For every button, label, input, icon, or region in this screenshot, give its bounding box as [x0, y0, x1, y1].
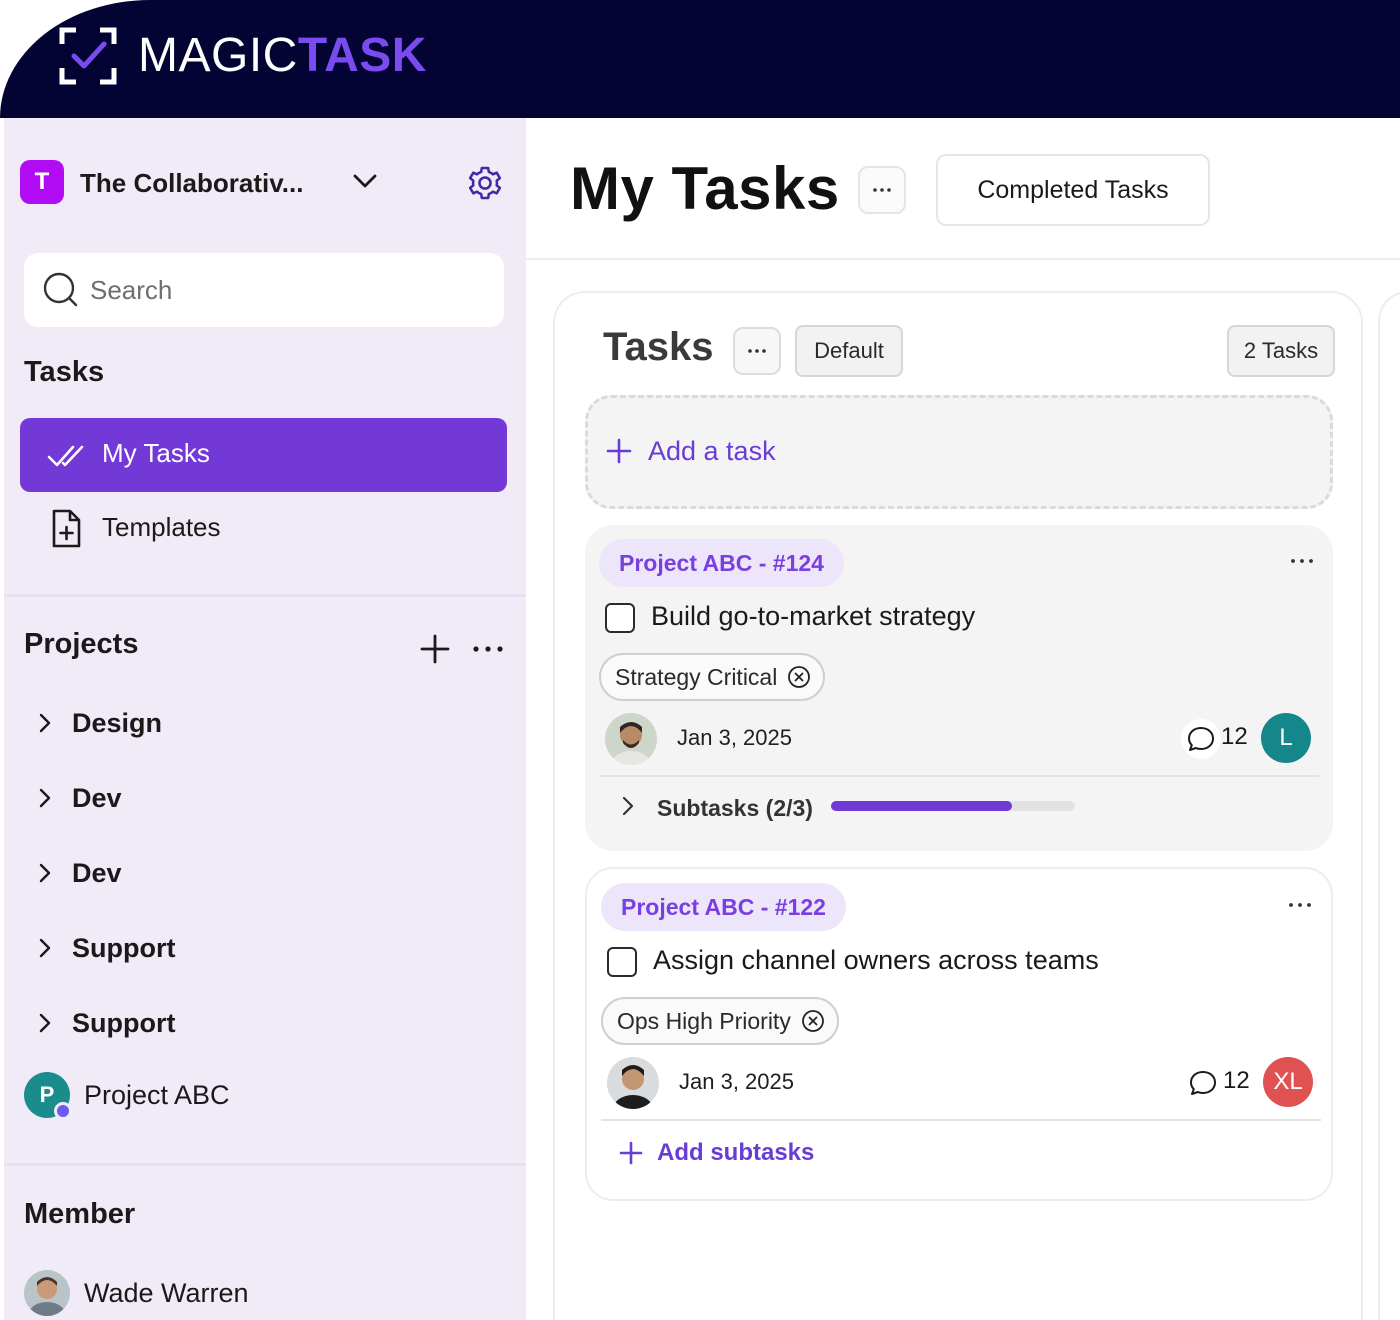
workspace-switcher[interactable]: T The Collaborativ...: [20, 158, 510, 206]
project-label: Support: [72, 933, 176, 963]
completed-tasks-button[interactable]: Completed Tasks: [936, 154, 1210, 226]
label-chip-text: Strategy Critical: [615, 664, 778, 690]
member-section-title: Member: [24, 1198, 136, 1230]
task-count-badge: 2 Tasks: [1227, 325, 1335, 377]
logo-mark-icon: [58, 26, 118, 86]
plus-icon: [606, 438, 632, 464]
top-bar: MAGICTASK: [0, 0, 1400, 120]
task-card[interactable]: Project ABC - #122 Assign channel owners…: [585, 867, 1333, 1201]
double-check-icon: [46, 438, 86, 472]
column-title: Tasks: [603, 325, 714, 369]
task-title[interactable]: Build go-to-market strategy: [651, 601, 975, 632]
project-tag[interactable]: Project ABC - #122: [601, 883, 846, 931]
tasks-column: Tasks Default 2 Tasks Add a task Project…: [553, 291, 1363, 1320]
label-chip[interactable]: Strategy Critical: [599, 653, 826, 701]
chevron-right-icon: [32, 935, 58, 961]
search-input[interactable]: [90, 269, 480, 311]
remove-circle-x-icon[interactable]: [801, 1009, 825, 1033]
add-task-button[interactable]: Add a task: [585, 395, 1333, 509]
chevron-down-icon[interactable]: [350, 166, 380, 196]
card-more-icon[interactable]: [1285, 549, 1319, 573]
comment-bubble-icon[interactable]: [1183, 1063, 1223, 1103]
brand-wordmark-task: TASK: [297, 29, 427, 82]
chevron-right-icon: [32, 785, 58, 811]
view-default-badge[interactable]: Default: [795, 325, 903, 377]
brand-logo[interactable]: MAGICTASK: [58, 26, 427, 86]
chevron-right-icon: [32, 1010, 58, 1036]
sidebar-item-project-support[interactable]: Support: [24, 998, 504, 1048]
card-more-icon[interactable]: [1283, 893, 1317, 917]
task-title[interactable]: Assign channel owners across teams: [653, 945, 1099, 976]
workspace-name: The Collaborativ...: [80, 168, 304, 198]
file-plus-icon: [46, 508, 86, 550]
chevron-right-icon: [32, 860, 58, 886]
add-task-label: Add a task: [648, 436, 776, 466]
avatar: [24, 1270, 70, 1316]
comment-count: 12: [1223, 1067, 1250, 1094]
page-more-button[interactable]: [858, 166, 906, 214]
plus-icon[interactable]: [619, 1141, 643, 1165]
main-header: My Tasks Completed Tasks: [526, 118, 1400, 260]
chevron-right-icon: [32, 710, 58, 736]
project-label: Dev: [72, 783, 122, 813]
projects-more-icon[interactable]: [470, 634, 506, 664]
assignee-avatar[interactable]: XL: [1263, 1057, 1313, 1107]
project-status-dot: [54, 1102, 72, 1120]
chevron-right-icon[interactable]: [617, 793, 639, 819]
project-label: Dev: [72, 858, 122, 888]
tasks-section-title: Tasks: [24, 356, 105, 388]
member-name: Wade Warren: [84, 1278, 249, 1308]
projects-section-title: Projects: [24, 628, 139, 660]
subtasks-progress-bar: [831, 801, 1075, 811]
brand-wordmark-magic: MAGIC: [138, 29, 298, 82]
project-label: Project ABC: [84, 1080, 230, 1110]
label-chip-text: Ops High Priority: [617, 1008, 791, 1034]
sidebar-item-project-dev[interactable]: Dev: [24, 773, 504, 823]
sidebar-divider: [4, 1163, 526, 1166]
column-more-button[interactable]: [733, 327, 781, 375]
project-label: Support: [72, 1008, 176, 1038]
sidebar-item-project-design[interactable]: Design: [24, 698, 504, 748]
comment-count: 12: [1221, 723, 1248, 750]
sidebar-item-label: Templates: [102, 512, 221, 542]
creator-avatar: [607, 1057, 659, 1109]
card-divider: [599, 775, 1319, 777]
card-divider: [601, 1119, 1321, 1121]
subtasks-label[interactable]: Subtasks (2/3): [657, 795, 813, 822]
task-checkbox[interactable]: [605, 603, 635, 633]
subtasks-progress-fill: [831, 801, 1012, 811]
project-label: Design: [72, 708, 163, 738]
sidebar-item-project-abc[interactable]: P Project ABC: [24, 1068, 504, 1124]
sidebar-divider: [4, 594, 526, 597]
creator-avatar: [605, 713, 657, 765]
sidebar-item-project-support[interactable]: Support: [24, 923, 504, 973]
sidebar-item-project-dev[interactable]: Dev: [24, 848, 504, 898]
label-chip[interactable]: Ops High Priority: [601, 997, 839, 1045]
due-date: Jan 3, 2025: [677, 725, 792, 750]
sidebar-item-label: My Tasks: [102, 438, 210, 468]
brand-wordmark: MAGICTASK: [138, 26, 427, 86]
workspace-badge: T: [20, 160, 64, 204]
project-tag[interactable]: Project ABC - #124: [599, 539, 844, 587]
member-item[interactable]: Wade Warren: [24, 1268, 504, 1320]
remove-circle-x-icon[interactable]: [787, 665, 811, 689]
due-date: Jan 3, 2025: [679, 1069, 794, 1094]
sidebar-item-templates[interactable]: Templates: [20, 498, 507, 560]
search-box: [24, 253, 504, 327]
sidebar-item-my-tasks[interactable]: My Tasks: [20, 418, 507, 492]
gear-icon[interactable]: [466, 164, 504, 202]
sidebar: T The Collaborativ... Tasks My Tasks Tem…: [4, 118, 526, 1320]
task-card[interactable]: Project ABC - #124 Build go-to-market st…: [585, 525, 1333, 851]
page-title: My Tasks: [570, 155, 840, 222]
add-project-plus-icon[interactable]: [418, 632, 452, 666]
task-checkbox[interactable]: [607, 947, 637, 977]
next-column-edge: [1378, 291, 1400, 1320]
add-subtasks-button[interactable]: Add subtasks: [657, 1139, 814, 1167]
comment-bubble-icon[interactable]: [1181, 719, 1221, 759]
assignee-avatar[interactable]: L: [1261, 713, 1311, 763]
search-icon: [42, 271, 80, 309]
